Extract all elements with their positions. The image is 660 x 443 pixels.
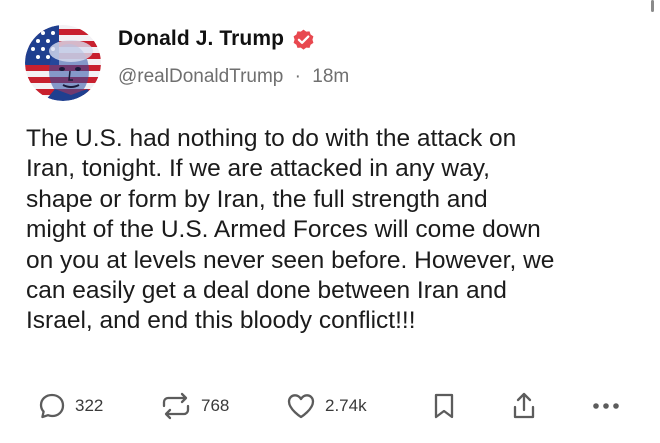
- bookmark-icon: [431, 391, 457, 421]
- author-display-name[interactable]: Donald J. Trump: [118, 27, 284, 51]
- author-name-row: Donald J. Trump: [118, 24, 316, 54]
- author-handle[interactable]: @realDonaldTrump: [118, 66, 283, 87]
- meta-separator: ·: [294, 66, 301, 87]
- more-icon: [589, 391, 623, 421]
- reply-count: 322: [75, 396, 104, 415]
- heart-icon: [285, 391, 317, 421]
- like-button[interactable]: 2.74k: [285, 386, 367, 426]
- post-text: The U.S. had nothing to do with the atta…: [26, 125, 555, 335]
- post-timestamp[interactable]: 18m: [312, 66, 349, 87]
- share-icon: [509, 390, 539, 422]
- share-button[interactable]: [509, 386, 539, 426]
- avatar-image: [25, 25, 101, 101]
- author-meta: @realDonaldTrump · 18m: [118, 66, 349, 88]
- scrollbar-thumb[interactable]: [651, 0, 654, 12]
- author-avatar[interactable]: [25, 25, 101, 101]
- post-action-bar: 322 768 2.74k: [0, 386, 660, 426]
- reply-button[interactable]: 322: [37, 386, 103, 426]
- bookmark-button[interactable]: [431, 386, 457, 426]
- reply-icon: [37, 391, 67, 421]
- repost-count: 768: [201, 396, 230, 415]
- verified-badge-icon: [291, 27, 316, 52]
- repost-button[interactable]: 768: [159, 386, 229, 426]
- more-options-button[interactable]: [589, 386, 623, 426]
- repost-icon: [159, 391, 193, 421]
- like-count: 2.74k: [325, 396, 367, 415]
